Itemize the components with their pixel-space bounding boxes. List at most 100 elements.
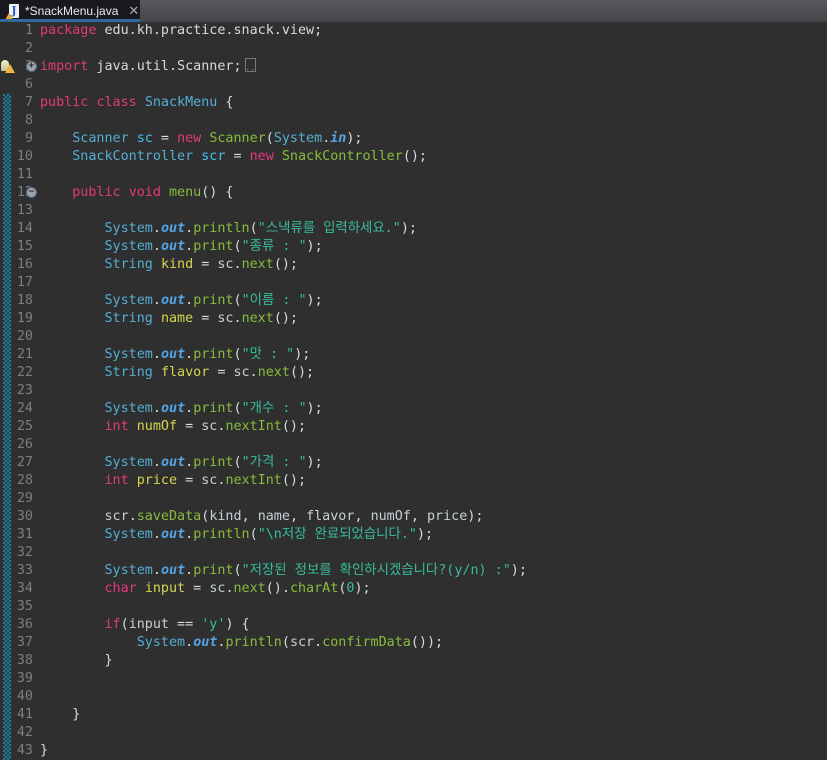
- code-token: (: [233, 239, 242, 254]
- code-line: 39: [0, 670, 827, 688]
- line-number: 9: [24, 131, 33, 146]
- code-token: String: [104, 257, 153, 272]
- code-token: );: [306, 293, 323, 308]
- code-token: Scanner: [209, 131, 266, 146]
- code-token: "저장된 정보를 확인하시겠습니다?(y/n) :": [241, 563, 511, 578]
- code-token: print: [193, 347, 234, 362]
- code-token: in: [330, 131, 347, 146]
- code-token: flavor: [160, 365, 210, 380]
- code-token: System: [104, 455, 153, 470]
- code-token: String: [104, 365, 153, 380]
- code-token: public: [40, 95, 89, 110]
- code-area: 1package edu.kh.practice.snack.view; 23 + i…: [0, 22, 827, 760]
- code-token: price: [427, 509, 468, 524]
- code-token: scr: [201, 149, 226, 164]
- code-token: edu.kh.practice.snack.view;: [96, 23, 323, 38]
- fold-expanded-icon[interactable]: −: [26, 187, 37, 198]
- code-token: kind: [209, 509, 242, 524]
- line-number: 39: [16, 671, 33, 686]
- code-token: sc: [233, 365, 250, 380]
- java-file-icon: J: [5, 3, 19, 20]
- code-token: if: [104, 617, 121, 632]
- warning-quickfix-icon[interactable]: [1, 60, 15, 74]
- code-token: =: [225, 149, 250, 164]
- code-token: ,: [241, 509, 258, 524]
- code-token: .: [233, 311, 242, 326]
- line-number: 14: [16, 221, 33, 236]
- code-token: int: [104, 473, 129, 488]
- tab-snackmenu-java[interactable]: J *SnackMenu.java ✕: [0, 0, 140, 22]
- tab-close-icon[interactable]: ✕: [128, 3, 139, 19]
- code-token: class: [96, 95, 137, 110]
- code-token: .: [128, 509, 137, 524]
- code-token: next: [257, 365, 290, 380]
- code-line: 1 package edu.kh.practice.snack.view;: [0, 22, 827, 40]
- line-number: 43: [16, 743, 33, 758]
- code-line-text: String kind = sc.next();: [40, 256, 827, 274]
- code-token: public: [72, 185, 121, 200]
- line-number: 19: [16, 311, 33, 326]
- code-token: .: [185, 239, 194, 254]
- code-token: println: [193, 221, 250, 236]
- folded-region-box[interactable]: ··: [244, 58, 256, 74]
- code-line-text: }: [40, 706, 827, 724]
- line-number: 31: [16, 527, 33, 542]
- code-token: new: [177, 131, 202, 146]
- line-number: 23: [16, 383, 33, 398]
- code-token: System: [104, 347, 153, 362]
- line-number: 21: [16, 347, 33, 362]
- code-line-text: int price = sc.nextInt();: [40, 472, 827, 490]
- code-token: ();: [281, 419, 307, 434]
- code-token: scr: [289, 635, 315, 650]
- code-token: .: [152, 347, 161, 362]
- code-token: );: [306, 455, 323, 470]
- code-token: ());: [410, 635, 444, 650]
- line-number: 26: [16, 437, 33, 452]
- code-token: .: [152, 563, 161, 578]
- code-token: out: [160, 221, 186, 236]
- code-token: sc: [136, 131, 153, 146]
- line-number: 22: [16, 365, 33, 380]
- code-token: System: [104, 293, 153, 308]
- code-token: ();: [402, 149, 427, 164]
- code-token: ==: [169, 617, 202, 632]
- code-line: 43}: [0, 742, 827, 760]
- line-number: 30: [16, 509, 33, 524]
- code-line: 20: [0, 328, 827, 346]
- code-token: "\n저장 완료되었습니다.": [257, 527, 417, 542]
- code-token: =: [177, 419, 202, 434]
- code-token: );: [294, 347, 311, 362]
- line-number: 10: [16, 149, 33, 164]
- code-token: java.util.Scanner;: [88, 59, 242, 74]
- code-token: System: [104, 221, 153, 236]
- code-token: saveData: [136, 509, 202, 524]
- code-token: flavor: [306, 509, 355, 524]
- code-token: out: [160, 401, 186, 416]
- code-token: sc: [201, 419, 218, 434]
- code-token: (: [281, 635, 290, 650]
- code-token: println: [225, 635, 282, 650]
- code-token: }: [40, 707, 81, 722]
- code-token: .: [249, 365, 258, 380]
- code-editor[interactable]: 1package edu.kh.practice.snack.view; 23 + i…: [0, 22, 827, 760]
- code-token: .: [225, 581, 234, 596]
- fold-collapsed-icon[interactable]: +: [26, 61, 37, 72]
- code-token: );: [306, 239, 323, 254]
- code-token: "종류 : ": [241, 239, 307, 254]
- line-number: 13: [16, 203, 33, 218]
- code-token: ,: [354, 509, 371, 524]
- line-number: 37: [16, 635, 33, 650]
- code-line-text: char input = sc.next().charAt(0);: [40, 580, 827, 598]
- code-line-text: String flavor = sc.next();: [40, 364, 827, 382]
- code-line: 24 System.out.print("개수 : ");: [0, 400, 827, 418]
